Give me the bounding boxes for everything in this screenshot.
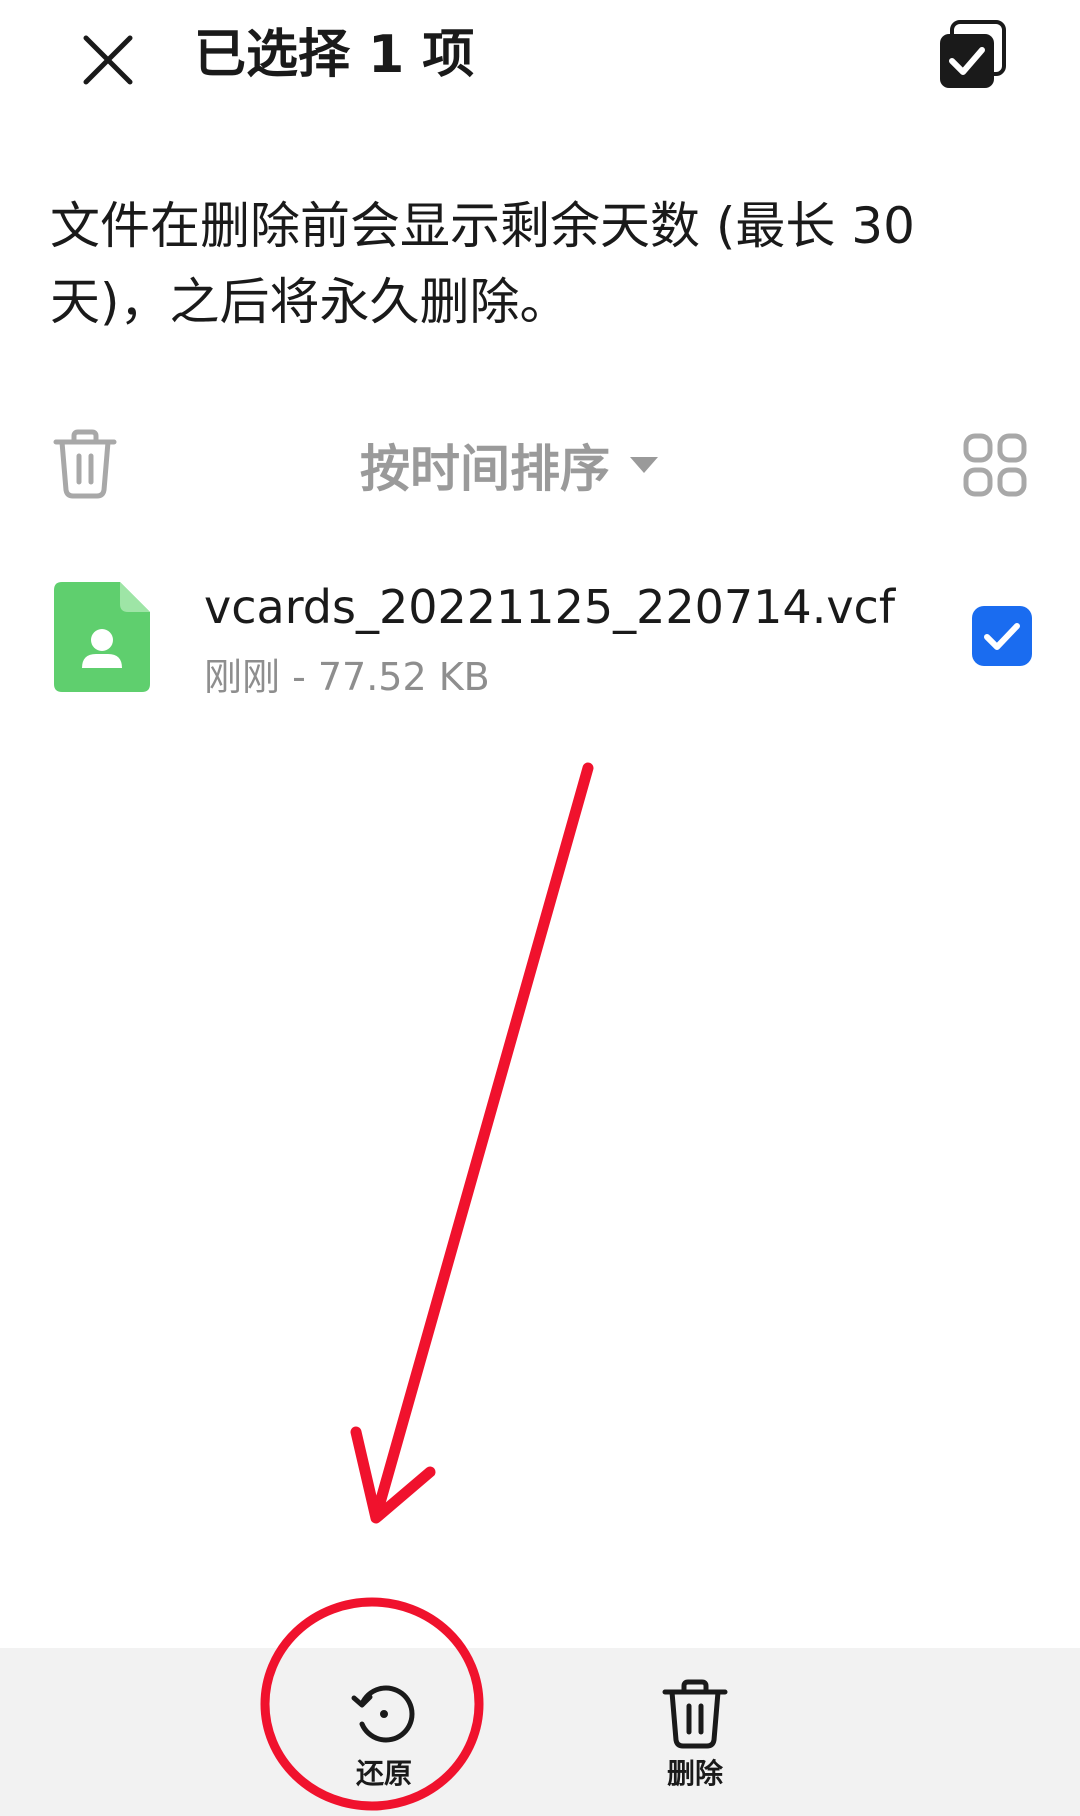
retention-info-text: 文件在删除前会显示剩余天数 (最长 30 天)，之后将永久删除。 xyxy=(50,197,915,331)
restore-label: 还原 xyxy=(355,1757,412,1790)
chevron-down-icon xyxy=(630,457,658,473)
sort-label: 按时间排序 xyxy=(360,440,610,498)
sort-dropdown[interactable]: 按时间排序 xyxy=(360,420,658,510)
checkmark-icon xyxy=(984,623,1020,650)
select-all-icon xyxy=(940,20,1006,88)
file-checkbox[interactable] xyxy=(972,606,1032,666)
delete-label: 删除 xyxy=(666,1757,723,1790)
trash-icon xyxy=(662,1679,728,1749)
file-name: vcards_20221125_220714.vcf xyxy=(204,580,896,634)
select-all-button[interactable] xyxy=(934,16,1010,92)
restore-button[interactable]: 还原 xyxy=(294,1648,474,1816)
header-bar: 已选择 1 项 xyxy=(0,0,1080,112)
file-meta: 刚刚 - 77.52 KB xyxy=(204,655,490,699)
delete-button[interactable]: 删除 xyxy=(605,1648,785,1816)
grid-view-icon xyxy=(963,433,1027,497)
contact-file-icon xyxy=(54,582,150,692)
close-icon xyxy=(83,35,133,85)
sort-toolbar: 按时间排序 xyxy=(0,420,1080,510)
grid-view-button[interactable] xyxy=(962,432,1028,498)
bottom-action-bar: 还原 删除 xyxy=(0,1648,1080,1816)
file-list-item[interactable]: vcards_20221125_220714.vcf 刚刚 - 77.52 KB xyxy=(0,560,1080,720)
trash-icon xyxy=(53,429,117,499)
page-title: 已选择 1 项 xyxy=(194,25,475,85)
close-button[interactable] xyxy=(70,22,146,98)
restore-icon xyxy=(351,1685,415,1743)
empty-trash-button[interactable] xyxy=(52,428,118,500)
